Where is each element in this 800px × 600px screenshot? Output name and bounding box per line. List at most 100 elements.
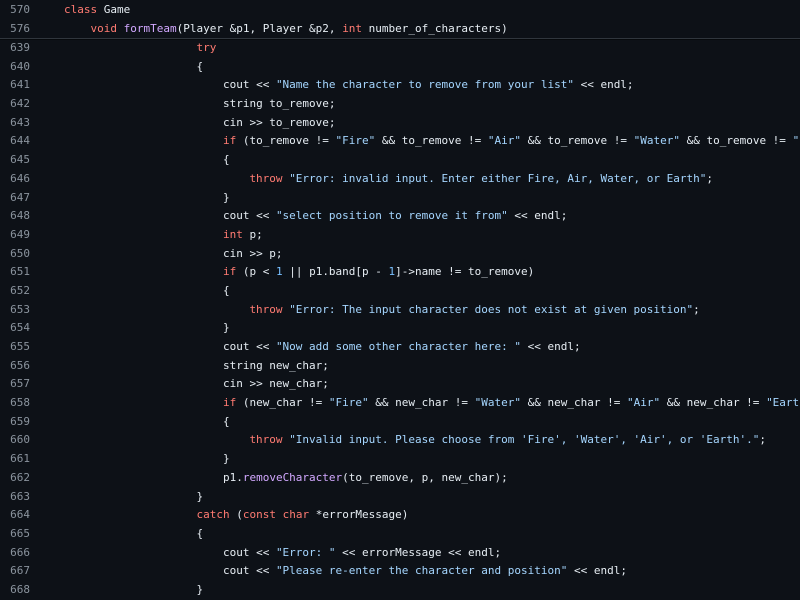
line-number[interactable]: 640 <box>0 58 64 77</box>
code-token: throw <box>249 302 283 316</box>
code-line[interactable]: 646 throw "Error: invalid input. Enter e… <box>0 170 800 189</box>
line-number[interactable]: 664 <box>0 506 64 525</box>
line-number[interactable]: 649 <box>0 226 64 245</box>
indentation <box>64 433 249 446</box>
code-line[interactable]: 639 try <box>0 39 800 58</box>
code-line[interactable]: 648 cout << "select position to remove i… <box>0 207 800 226</box>
line-code: cin >> p; <box>64 245 800 264</box>
code-line[interactable]: 650 cin >> p; <box>0 245 800 264</box>
line-number[interactable]: 655 <box>0 338 64 357</box>
code-line[interactable]: 642 string to_remove; <box>0 95 800 114</box>
code-line[interactable]: 664 catch (const char *errorMessage) <box>0 506 800 525</box>
code-token: "Fire" <box>328 396 369 410</box>
line-number[interactable]: 666 <box>0 544 64 563</box>
code-token: if <box>222 134 237 148</box>
line-number[interactable]: 650 <box>0 245 64 264</box>
code-token: "Please re-enter the character and posit… <box>275 564 568 578</box>
line-number[interactable]: 646 <box>0 170 64 189</box>
code-line[interactable]: 662 p1.removeCharacter(to_remove, p, new… <box>0 469 800 488</box>
code-token: { <box>222 153 230 167</box>
line-number[interactable]: 665 <box>0 525 64 544</box>
line-number[interactable]: 662 <box>0 469 64 488</box>
code-token: try <box>196 41 217 54</box>
code-line[interactable]: 645 { <box>0 151 800 170</box>
line-number[interactable]: 641 <box>0 76 64 95</box>
code-token: cin >> new_char; <box>222 377 329 391</box>
code-token: { <box>222 414 230 428</box>
line-number[interactable]: 644 <box>0 132 64 151</box>
line-code: cin >> new_char; <box>64 375 800 394</box>
line-number[interactable]: 647 <box>0 189 64 208</box>
code-token: "Error: The input character does not exi… <box>289 302 694 316</box>
code-line[interactable]: 657 cin >> new_char; <box>0 375 800 394</box>
line-number[interactable]: 639 <box>0 39 64 58</box>
code-line[interactable]: 649 int p; <box>0 226 800 245</box>
code-token: && to_remove != <box>521 134 634 148</box>
code-line[interactable]: 667 cout << "Please re-enter the charact… <box>0 562 800 581</box>
code-token: "select position to remove it from" <box>275 209 508 223</box>
indentation <box>64 78 223 91</box>
code-line[interactable]: 665 { <box>0 525 800 544</box>
code-line[interactable]: 644 if (to_remove != "Fire" && to_remove… <box>0 132 800 151</box>
line-number[interactable]: 659 <box>0 413 64 432</box>
code-line[interactable]: 656 string new_char; <box>0 357 800 376</box>
code-line[interactable]: 666 cout << "Error: " << errorMessage <<… <box>0 544 800 563</box>
code-line[interactable]: 668 } <box>0 581 800 600</box>
code-line[interactable]: 655 cout << "Now add some other characte… <box>0 338 800 357</box>
line-number[interactable]: 658 <box>0 394 64 413</box>
line-code: if (new_char != "Fire" && new_char != "W… <box>64 394 800 413</box>
line-code: cout << "Now add some other character he… <box>64 338 800 357</box>
line-number[interactable]: 660 <box>0 431 64 450</box>
code-line[interactable]: 651 if (p < 1 || p1.band[p - 1]->name !=… <box>0 263 800 282</box>
code-token: int <box>342 22 363 35</box>
line-number[interactable]: 661 <box>0 450 64 469</box>
line-number[interactable]: 651 <box>0 263 64 282</box>
code-line[interactable]: 659 { <box>0 413 800 432</box>
code-token: cout << <box>222 78 276 92</box>
code-line[interactable]: 570 class Game <box>0 0 800 19</box>
code-line[interactable]: 653 throw "Error: The input character do… <box>0 301 800 320</box>
code-line[interactable]: 658 if (new_char != "Fire" && new_char !… <box>0 394 800 413</box>
line-number[interactable]: 668 <box>0 581 64 600</box>
code-token: removeCharacter <box>242 470 343 484</box>
code-line[interactable]: 576 void formTeam(Player &p1, Player &p2… <box>0 19 800 38</box>
code-token: << endl; <box>567 564 627 578</box>
line-number[interactable]: 648 <box>0 207 64 226</box>
code-token: } <box>196 582 204 596</box>
code-line[interactable]: 660 throw "Invalid input. Please choose … <box>0 431 800 450</box>
indentation <box>64 41 196 54</box>
code-line[interactable]: 661 } <box>0 450 800 469</box>
code-line[interactable]: 652 { <box>0 282 800 301</box>
line-number[interactable]: 652 <box>0 282 64 301</box>
line-number[interactable]: 645 <box>0 151 64 170</box>
indentation <box>64 321 223 334</box>
line-code: } <box>64 581 800 600</box>
code-line[interactable]: 640 { <box>0 58 800 77</box>
code-line[interactable]: 643 cin >> to_remove; <box>0 114 800 133</box>
line-number[interactable]: 657 <box>0 375 64 394</box>
code-line[interactable]: 663 } <box>0 488 800 507</box>
indentation <box>64 228 223 241</box>
code-line[interactable]: 641 cout << "Name the character to remov… <box>0 76 800 95</box>
line-number[interactable]: 667 <box>0 562 64 581</box>
line-number[interactable]: 642 <box>0 95 64 114</box>
line-number[interactable]: 654 <box>0 319 64 338</box>
line-number[interactable]: 643 <box>0 114 64 133</box>
line-code: { <box>64 282 800 301</box>
indentation <box>64 247 223 260</box>
code-line[interactable]: 647 } <box>0 189 800 208</box>
line-number[interactable]: 656 <box>0 357 64 376</box>
line-number[interactable]: 653 <box>0 301 64 320</box>
line-code: { <box>64 58 800 77</box>
line-code: class Game <box>64 0 800 19</box>
code-token: ; <box>706 171 714 185</box>
indentation <box>64 284 223 297</box>
sticky-scroll-header[interactable]: 570 class Game 576 void formTeam(Player &p… <box>0 0 800 39</box>
code-token: { <box>196 526 204 540</box>
code-line[interactable]: 654 } <box>0 319 800 338</box>
code-token: << endl; <box>520 340 581 353</box>
code-token: "Now add some other character here: " <box>275 340 521 353</box>
line-number[interactable]: 576 <box>0 19 64 38</box>
line-number[interactable]: 663 <box>0 488 64 507</box>
line-number[interactable]: 570 <box>0 0 64 19</box>
